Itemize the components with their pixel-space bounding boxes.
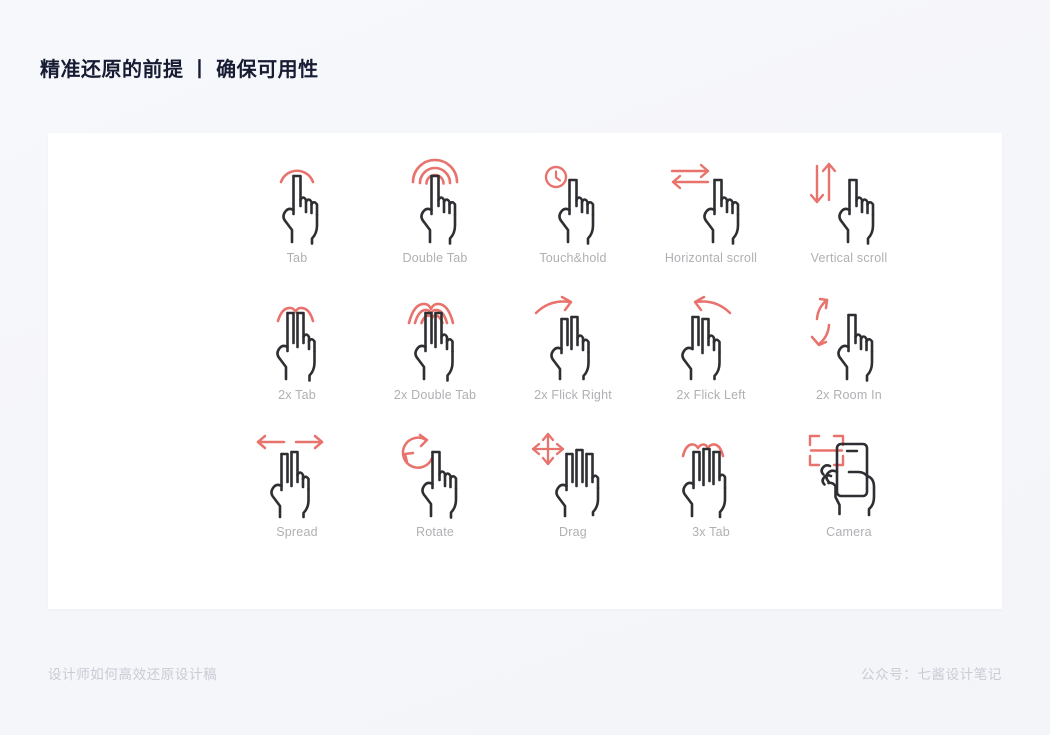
gesture-card: Tab Double Tab Touch&hold Horizontal scr… — [48, 133, 1002, 609]
gesture-label: Tab — [286, 251, 308, 265]
two-finger-double-tap-icon — [381, 292, 489, 384]
three-finger-tap-icon — [657, 429, 765, 521]
footer-left-text: 设计师如何高效还原设计稿 — [48, 667, 218, 682]
gesture-label: Vertical scroll — [810, 251, 888, 265]
two-finger-tap-icon — [243, 292, 351, 384]
gesture-item-2x-tab[interactable]: 2x Tab — [228, 292, 366, 429]
gesture-item-2x-room-in[interactable]: 2x Room In — [780, 292, 918, 429]
three-finger-drag-icon — [519, 429, 627, 521]
gesture-label: 2x Double Tab — [393, 388, 477, 402]
gesture-label: 2x Tab — [278, 388, 316, 402]
gesture-label: Touch&hold — [539, 251, 607, 265]
gesture-label: 3x Tab — [692, 525, 730, 539]
gesture-item-3x-tab[interactable]: 3x Tab — [642, 429, 780, 566]
gesture-item-2x-flick-right[interactable]: 2x Flick Right — [504, 292, 642, 429]
two-finger-zoom-in-icon — [795, 292, 903, 384]
gesture-item-vertical-scroll[interactable]: Vertical scroll — [780, 155, 918, 292]
gesture-label: Spread — [276, 525, 318, 539]
footer-right-text: 公众号：七酱设计笔记 — [861, 667, 1002, 682]
two-finger-flick-right-icon — [519, 292, 627, 384]
two-finger-flick-left-icon — [657, 292, 765, 384]
one-finger-horizontal-scroll-icon — [657, 155, 765, 247]
one-finger-vertical-scroll-icon — [795, 155, 903, 247]
one-finger-tap-icon — [243, 155, 351, 247]
gesture-label: 2x Flick Right — [534, 388, 612, 402]
one-finger-double-tap-icon — [381, 155, 489, 247]
gesture-label: Rotate — [415, 525, 455, 539]
gesture-item-drag[interactable]: Drag — [504, 429, 642, 566]
gesture-label: Double Tab — [402, 251, 468, 265]
gesture-label: Drag — [559, 525, 587, 539]
gesture-item-2x-double-tab[interactable]: 2x Double Tab — [366, 292, 504, 429]
gesture-item-rotate[interactable]: Rotate — [366, 429, 504, 566]
gesture-item-2x-flick-left[interactable]: 2x Flick Left — [642, 292, 780, 429]
gesture-label: 2x Flick Left — [676, 388, 746, 402]
one-finger-touch-hold-icon — [519, 155, 627, 247]
gesture-item-spread[interactable]: Spread — [228, 429, 366, 566]
camera-phone-scan-icon — [795, 429, 903, 521]
gesture-item-horizontal-scroll[interactable]: Horizontal scroll — [642, 155, 780, 292]
gesture-item-touch-hold[interactable]: Touch&hold — [504, 155, 642, 292]
gesture-label: Camera — [826, 525, 872, 539]
gesture-item-double-tab[interactable]: Double Tab — [366, 155, 504, 292]
gesture-grid: Tab Double Tab Touch&hold Horizontal scr… — [228, 155, 918, 566]
gesture-item-camera[interactable]: Camera — [780, 429, 918, 566]
two-finger-spread-icon — [243, 429, 351, 521]
gesture-label: 2x Room In — [816, 388, 882, 402]
page-title: 精准还原的前提 丨 确保可用性 — [40, 59, 319, 81]
one-finger-rotate-icon — [381, 429, 489, 521]
gesture-item-tab[interactable]: Tab — [228, 155, 366, 292]
gesture-label: Horizontal scroll — [664, 251, 758, 265]
